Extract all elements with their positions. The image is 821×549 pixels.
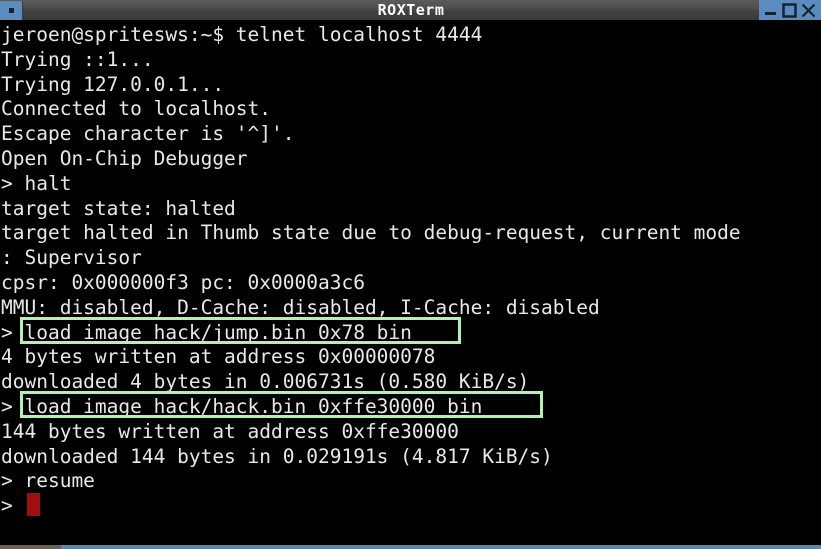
terminal-icon-glyph [8, 7, 14, 13]
terminal-line-text: jeroen@spritesws:~$ telnet localhost 444… [1, 23, 483, 46]
terminal-line: Trying ::1... [1, 48, 821, 73]
maximize-button[interactable] [780, 1, 799, 19]
terminal-line: MMU: disabled, D-Cache: disabled, I-Cach… [1, 296, 821, 321]
close-button[interactable] [799, 1, 818, 19]
terminal-line-text: cpsr: 0x000000f3 pc: 0x0000a3c6 [1, 270, 365, 294]
window-titlebar[interactable]: ROXTerm [0, 0, 821, 20]
terminal-line: Trying 127.0.0.1... [1, 73, 821, 98]
terminal-line: > [1, 494, 821, 519]
window-resize-grip[interactable] [0, 545, 61, 549]
minimize-button[interactable] [761, 1, 780, 19]
terminal-output[interactable]: jeroen@spritesws:~$ telnet localhost 444… [0, 20, 821, 547]
terminal-line-text: 4 bytes written at address 0x00000078 [1, 345, 436, 369]
terminal-line-text: Escape character is '^]'. [1, 122, 295, 146]
terminal-cursor [27, 493, 40, 516]
terminal-line: 4 bytes written at address 0x00000078 [1, 345, 821, 370]
terminal-line-text: target state: halted [1, 196, 236, 220]
terminal-line: Escape character is '^]'. [1, 122, 821, 147]
terminal-line-text: Open On-Chip Debugger [1, 146, 248, 170]
terminal-line: > resume [1, 469, 821, 494]
terminal-line-text: 144 bytes written at address 0xffe30000 [1, 419, 459, 443]
roxterm-window: ROXTerm jeroen@spritesws:~$ telnet local… [0, 0, 821, 549]
terminal-line: > load_image hack/jump.bin 0x78 bin [1, 321, 821, 346]
terminal-line-text: target halted in Thumb state due to debu… [1, 221, 741, 245]
terminal-line-text: MMU: disabled, D-Cache: disabled, I-Cach… [1, 295, 600, 319]
terminal-line: downloaded 4 bytes in 0.006731s (0.580 K… [1, 370, 821, 395]
terminal-prompt-line: > [1, 494, 25, 518]
terminal-line-text: > halt [1, 171, 72, 195]
terminal-line-text: downloaded 144 bytes in 0.029191s (4.817… [1, 444, 553, 468]
terminal-line: 144 bytes written at address 0xffe30000 [1, 420, 821, 445]
terminal-line-text: > resume [1, 469, 95, 493]
terminal-line: target state: halted [1, 197, 821, 222]
terminal-line-text: : Supervisor [1, 246, 142, 270]
window-title: ROXTerm [377, 1, 445, 19]
window-controls [759, 0, 821, 20]
terminal-line: cpsr: 0x000000f3 pc: 0x0000a3c6 [1, 271, 821, 296]
terminal-line: Open On-Chip Debugger [1, 147, 821, 172]
terminal-line-text: Trying 127.0.0.1... [1, 72, 225, 96]
terminal-line-text: downloaded 4 bytes in 0.006731s (0.580 K… [1, 370, 530, 394]
terminal-line-text: Connected to localhost. [1, 97, 272, 121]
terminal-line: Connected to localhost. [1, 97, 821, 122]
terminal-line: > load_image hack/hack.bin 0xffe30000 bi… [1, 395, 821, 420]
terminal-line: target halted in Thumb state due to debu… [1, 221, 821, 246]
terminal-line: > halt [1, 172, 821, 197]
terminal-line-text: > load_image hack/jump.bin 0x78 bin [1, 320, 412, 344]
terminal-line-text: > load_image hack/hack.bin 0xffe30000 bi… [1, 394, 483, 418]
window-bottom-border [0, 545, 821, 549]
terminal-line: : Supervisor [1, 246, 821, 271]
terminal-icon[interactable] [0, 0, 23, 20]
terminal-line: jeroen@spritesws:~$ telnet localhost 444… [1, 23, 821, 48]
terminal-line-text: Trying ::1... [1, 47, 154, 71]
terminal-line: downloaded 144 bytes in 0.029191s (4.817… [1, 445, 821, 470]
